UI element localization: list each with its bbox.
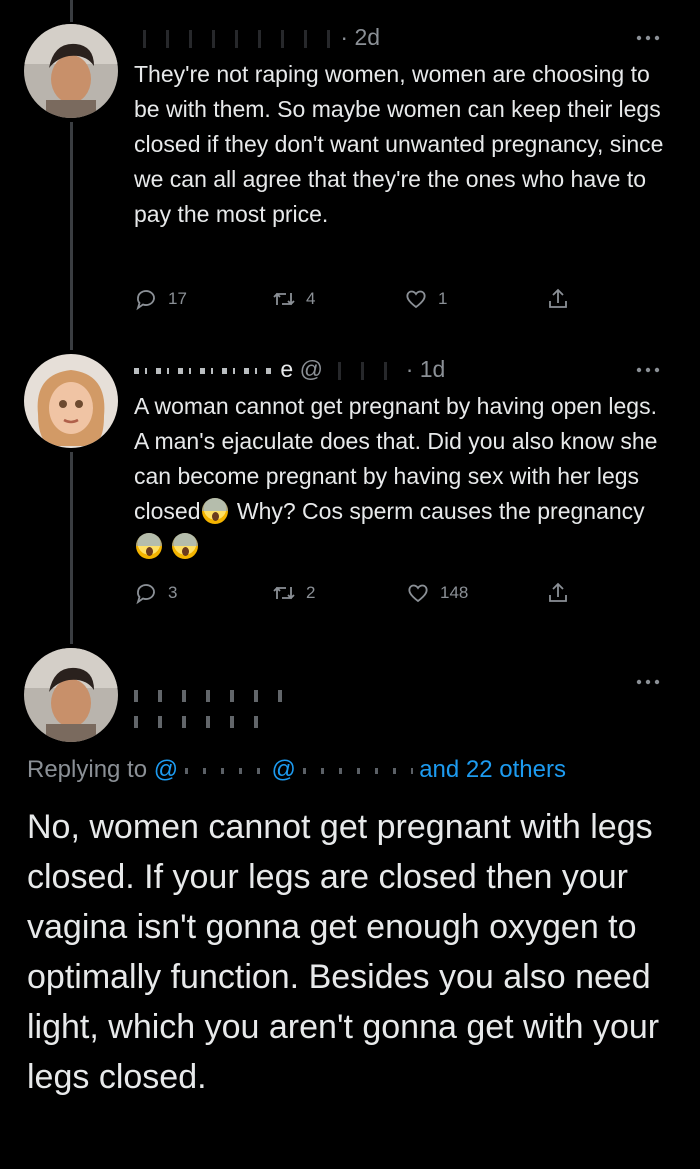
scream-emoji-icon bbox=[136, 533, 162, 559]
thread-line bbox=[70, 122, 73, 350]
thread-line bbox=[70, 0, 73, 22]
retweet-button[interactable]: 2 bbox=[272, 578, 315, 608]
reply-button[interactable]: 17 bbox=[134, 284, 187, 314]
display-name-fragment: e bbox=[280, 356, 294, 382]
tweet-actions: 17 4 1 bbox=[134, 284, 594, 314]
scream-emoji-icon bbox=[202, 498, 229, 524]
scream-emoji-icon bbox=[172, 533, 199, 559]
tweet-header: e @ · 1d bbox=[134, 356, 445, 386]
mention-link[interactable]: @ bbox=[154, 756, 178, 783]
redacted-name bbox=[134, 29, 334, 48]
retweet-count: 4 bbox=[306, 289, 316, 308]
thread-line bbox=[70, 452, 73, 644]
reply-icon bbox=[136, 290, 155, 311]
like-count: 148 bbox=[440, 583, 469, 602]
redacted-mention bbox=[302, 767, 413, 774]
redacted-name bbox=[134, 690, 294, 702]
retweet-button[interactable]: 4 bbox=[272, 284, 315, 314]
like-count: 1 bbox=[438, 289, 448, 308]
like-icon bbox=[406, 290, 426, 309]
replying-to: Replying to @ @ and 22 others bbox=[27, 756, 566, 784]
mention-link[interactable]: @ bbox=[271, 756, 295, 783]
redacted-mention bbox=[184, 767, 265, 774]
like-button[interactable]: 1 bbox=[404, 284, 447, 314]
tweet-header: · 2d bbox=[134, 24, 380, 54]
avatar[interactable] bbox=[24, 354, 118, 448]
redacted-name bbox=[134, 367, 274, 374]
retweet-icon bbox=[273, 292, 295, 306]
reply-text: No, women cannot get pregnant with legs … bbox=[27, 808, 660, 1096]
redacted-handle bbox=[134, 716, 274, 728]
tweet-text: They're not raping women, women are choo… bbox=[134, 61, 664, 227]
tweet-text: A woman cannot get pregnant by having op… bbox=[134, 389, 674, 564]
more-icon[interactable] bbox=[636, 34, 660, 42]
reply-count: 17 bbox=[168, 289, 187, 308]
reply-icon bbox=[136, 584, 155, 605]
tweet-text-part2: Why? Cos sperm causes the pregnancy bbox=[230, 498, 645, 524]
reply-button[interactable]: 3 bbox=[134, 578, 177, 608]
others-link[interactable]: and 22 others bbox=[419, 756, 566, 783]
redacted-handle bbox=[329, 361, 400, 380]
avatar[interactable] bbox=[24, 648, 118, 742]
share-button[interactable] bbox=[546, 284, 580, 314]
retweet-count: 2 bbox=[306, 583, 316, 602]
retweet-icon bbox=[273, 586, 295, 600]
tweet-time: · 2d bbox=[340, 24, 381, 50]
replying-prefix: Replying to bbox=[27, 756, 154, 783]
like-button[interactable]: 148 bbox=[406, 578, 468, 608]
avatar[interactable] bbox=[24, 24, 118, 118]
share-button[interactable] bbox=[546, 578, 580, 608]
share-icon bbox=[549, 288, 567, 308]
more-icon[interactable] bbox=[636, 678, 660, 686]
share-icon bbox=[549, 582, 567, 602]
tweet-actions: 3 2 148 bbox=[134, 578, 594, 608]
more-icon[interactable] bbox=[636, 366, 660, 374]
tweet-time: · 1d bbox=[405, 356, 446, 382]
like-icon bbox=[408, 584, 428, 603]
reply-count: 3 bbox=[168, 583, 178, 602]
handle-fragment: @ bbox=[299, 356, 323, 382]
